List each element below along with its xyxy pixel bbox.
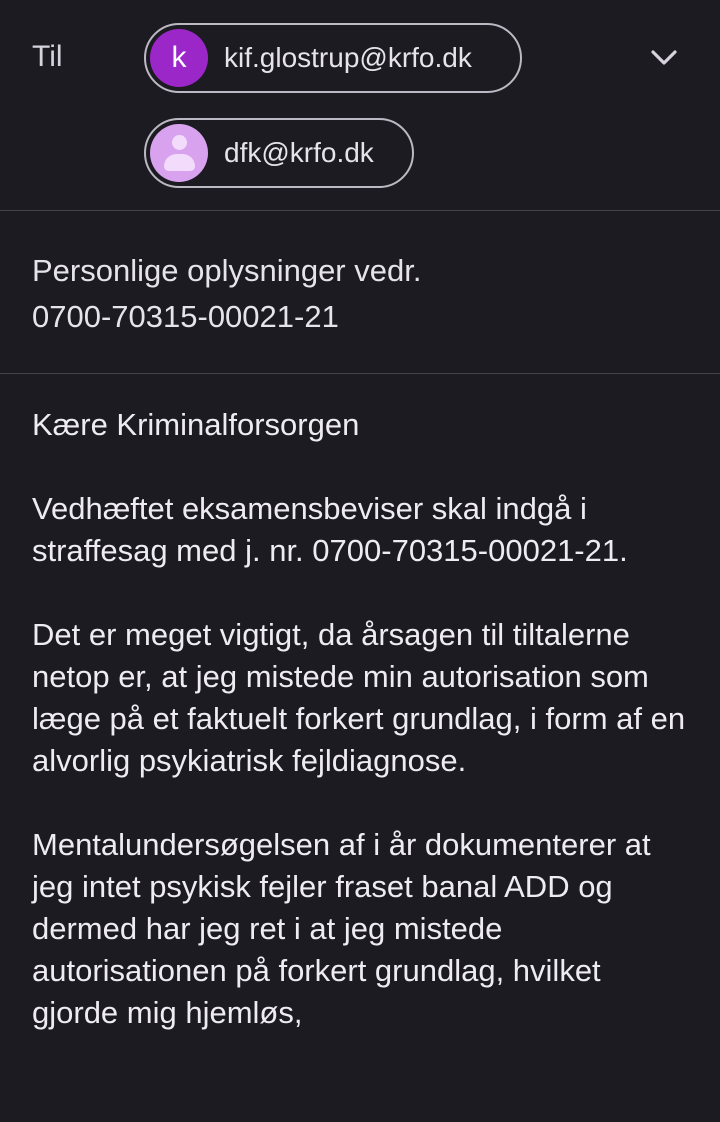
body-paragraph: Det er meget vigtigt, da årsagen til til… <box>32 617 686 778</box>
recipient-chip-dfk[interactable]: dfk@krfo.dk <box>144 118 414 188</box>
chevron-down-icon[interactable] <box>648 44 680 72</box>
to-label: Til <box>32 40 63 73</box>
recipient-email: kif.glostrup@krfo.dk <box>224 42 472 73</box>
message-body[interactable]: Kære Kriminalforsorgen Vedhæftet eksamen… <box>32 404 692 1076</box>
recipient-chip-kif-glostrup[interactable]: k kif.glostrup@krfo.dk <box>144 23 522 93</box>
avatar-letter: k <box>171 41 187 74</box>
body-paragraph: Mentalundersøgelsen af i år dokumenterer… <box>32 827 651 1030</box>
subject-line-2: 0700-70315-00021-21 <box>32 299 339 334</box>
avatar: k <box>150 29 208 87</box>
recipient-email: dfk@krfo.dk <box>224 137 374 168</box>
greeting: Kære Kriminalforsorgen <box>32 407 360 442</box>
email-compose-screen: Til k kif.glostrup@krfo.dk dfk@krfo.dk P… <box>0 0 720 1122</box>
recipients-section: Til k kif.glostrup@krfo.dk dfk@krfo.dk <box>0 0 720 210</box>
divider <box>0 373 720 374</box>
person-icon <box>150 124 208 182</box>
subject-line-1: Personlige oplysninger vedr. <box>32 253 422 288</box>
divider <box>0 210 720 211</box>
subject-field[interactable]: Personlige oplysninger vedr. 0700-70315-… <box>32 248 692 340</box>
body-paragraph: Vedhæftet eksamensbeviser skal indgå i s… <box>32 491 628 568</box>
